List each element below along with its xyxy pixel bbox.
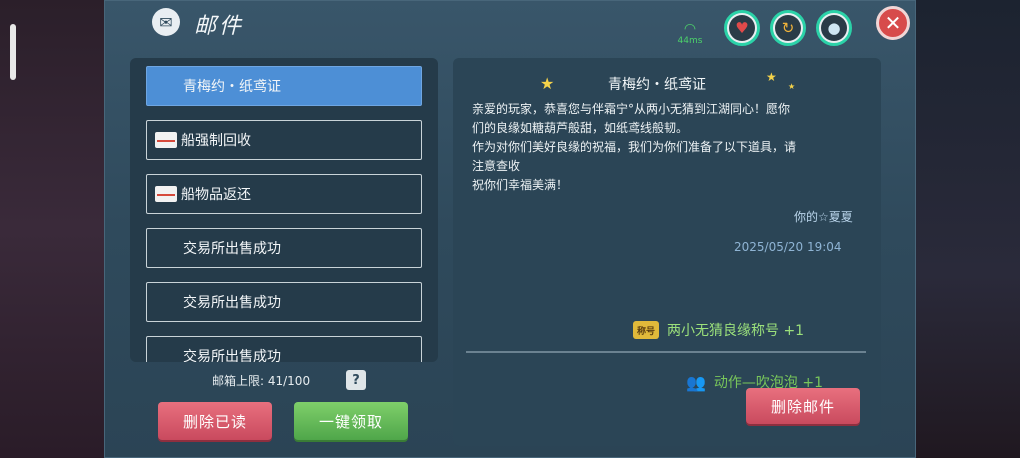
mail-body-line: 祝你们幸福美满！ [472,178,569,192]
wifi-icon: ◠ [683,21,697,37]
list-item[interactable]: 交易所出售成功 [146,282,422,322]
list-item-label: 船强制回收 [181,133,251,149]
list-item-label: 青梅约・纸鸢证 [183,79,281,95]
star-icon: ★ [766,70,777,84]
mail-body: 亲爱的玩家，恭喜您与伴霜宁°从两小无猜到江湖同心！愿你 们的良缘如糖葫芦般甜，如… [472,100,868,195]
energy-status-button[interactable]: ↻ [770,10,806,46]
mail-icon: ✉ [152,8,180,36]
side-drawer-handle[interactable] [10,24,16,80]
people-icon: 👥 [686,372,706,392]
mail-body-line: 们的良缘如糖葫芦般甜，如纸鸢线般韧。 [472,121,689,135]
list-item-label: 交易所出售成功 [183,349,281,362]
mailbox-capacity: 邮箱上限: 41/100 [212,374,311,388]
help-button[interactable]: ? [346,370,366,390]
list-item[interactable]: 船物品返还 [146,174,422,214]
water-status-button[interactable]: ● [816,10,852,46]
reward-item[interactable]: 称号 两小无猜良缘称号 +1 [633,320,804,340]
star-icon: ★ [540,74,555,93]
close-button[interactable]: ✕ [876,6,910,40]
list-item[interactable]: 交易所出售成功 [146,336,422,362]
mail-date: 2025/05/20 19:04 [734,240,842,254]
list-item[interactable]: 青梅约・纸鸢证 [146,66,422,106]
mail-signature: 你的☆夏夏 [794,210,853,224]
list-item[interactable]: 交易所出售成功 [146,228,422,268]
list-item-label: 交易所出售成功 [183,241,281,257]
divider [466,351,866,353]
mail-body-line: 作为对你们美好良缘的祝福，我们为你们准备了以下道具，请 [472,140,797,154]
mail-body-line: 注意查收 [472,159,521,173]
list-item-label: 船物品返还 [181,187,251,203]
list-item-label: 交易所出售成功 [183,295,281,311]
background-left [0,0,110,458]
network-signal: ◠ 44ms [676,22,704,46]
heart-icon: ♥ [729,15,755,41]
hook-icon: ↻ [775,15,801,41]
claim-all-button[interactable]: 一键领取 [294,402,408,440]
delete-read-button[interactable]: 删除已读 [158,402,272,440]
reward-text: 两小无猜良缘称号 +1 [667,323,805,339]
water-drop-icon: ● [821,15,847,41]
ping-text: 44ms [677,36,703,46]
mail-title: 青梅约・纸鸢证 [608,77,706,93]
delete-mail-button[interactable]: 删除邮件 [746,388,860,424]
page-title: 邮件 [194,14,245,39]
envelope-icon [155,132,177,148]
mail-body-line: 亲爱的玩家，恭喜您与伴霜宁°从两小无猜到江湖同心！愿你 [472,102,791,116]
star-icon: ★ [788,82,796,91]
list-item[interactable]: 船强制回收 [146,120,422,160]
envelope-icon [155,186,177,202]
heart-status-button[interactable]: ♥ [724,10,760,46]
mail-list[interactable]: 青梅约・纸鸢证 船强制回收 船物品返还 交易所出售成功 交易所出售成功 交易所出… [130,58,438,362]
title-badge-icon: 称号 [633,321,659,339]
